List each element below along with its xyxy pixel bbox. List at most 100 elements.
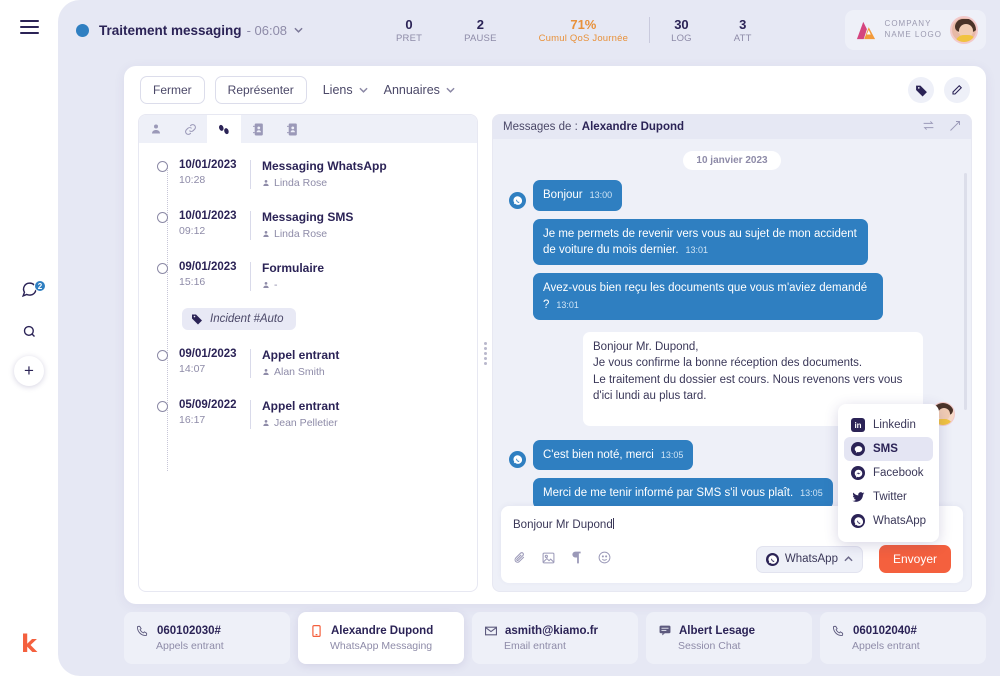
links-menu-label: Liens [323, 83, 353, 97]
list-item-body: Appel entrant Alan Smith [262, 348, 339, 378]
stat-value: 0 [396, 16, 422, 34]
incident-tag[interactable]: Incident #Auto [182, 308, 296, 330]
message-text: Avez-vous bien reçu les documents que vo… [543, 282, 867, 310]
divider [250, 211, 251, 240]
close-button[interactable]: Fermer [140, 76, 205, 104]
channel-select-label: WhatsApp [785, 553, 838, 565]
session-tab[interactable]: 060102030# Appels entrant [124, 612, 290, 664]
timeline-bullet [157, 263, 168, 274]
list-item-title: Appel entrant [262, 348, 339, 362]
dropdown-item-facebook[interactable]: Facebook [844, 461, 933, 485]
list-item-body: Messaging WhatsApp Linda Rose [262, 159, 387, 189]
tag-button[interactable] [908, 77, 934, 103]
message-time: 13:00 [590, 190, 613, 200]
tab-links[interactable] [173, 115, 207, 143]
divider [250, 262, 251, 291]
date-value: 09/01/2023 [179, 261, 241, 273]
image-icon[interactable] [542, 552, 555, 567]
tab-contact[interactable] [139, 115, 173, 143]
list-item-title: Formulaire [262, 261, 324, 275]
chevron-up-icon [844, 554, 853, 564]
session-name: 060102040# [853, 625, 917, 637]
list-item-title: Messaging WhatsApp [262, 159, 387, 173]
brand-line-1: COMPANY [885, 19, 942, 30]
message-time: 13:05 [661, 450, 684, 460]
emoji-icon[interactable] [598, 551, 611, 567]
tab-history[interactable] [207, 115, 241, 143]
whatsapp-icon [509, 192, 526, 209]
list-item-date: 10/01/2023 09:12 [179, 210, 241, 237]
dropdown-item-label: Facebook [873, 467, 924, 479]
tab-contact-card[interactable] [275, 115, 309, 143]
composer-toolbar: WhatsApp Envoyer [513, 545, 951, 573]
session-tab[interactable]: 060102040# Appels entrant [820, 612, 986, 664]
panel-resize-handle[interactable] [478, 333, 492, 373]
tab-directory[interactable] [241, 115, 275, 143]
list-item-date: 09/01/2023 15:16 [179, 261, 241, 288]
mobile-icon [310, 625, 323, 637]
stat-label: PAUSE [464, 33, 497, 44]
list-item[interactable]: 10/01/2023 09:12 Messaging SMS Linda Ros… [139, 210, 477, 240]
plus-icon[interactable]: + [14, 356, 44, 386]
list-item[interactable]: 09/01/2023 15:16 Formulaire - [139, 261, 477, 291]
session-sub: WhatsApp Messaging [330, 640, 452, 652]
links-menu[interactable]: Liens [323, 83, 368, 97]
list-item-title: Messaging SMS [262, 210, 353, 224]
edit-button[interactable] [944, 77, 970, 103]
history-panel: 10/01/2023 10:28 Messaging WhatsApp Lind… [138, 114, 478, 592]
session-name: asmith@kiamo.fr [505, 625, 598, 637]
stat-label: PRET [396, 33, 422, 44]
transfer-icon[interactable] [922, 120, 935, 134]
dropdown-item-whatsapp[interactable]: WhatsApp [844, 509, 933, 533]
stat-value: 3 [734, 16, 752, 34]
list-item-date: 09/01/2023 14:07 [179, 348, 241, 375]
session-tab[interactable]: asmith@kiamo.fr Email entrant [472, 612, 638, 664]
dropdown-item-twitter[interactable]: Twitter [844, 485, 933, 509]
brand-line-2: NAME LOGO [885, 30, 942, 41]
message-bubble-incoming: Avez-vous bien reçu les documents que vo… [533, 273, 883, 320]
stat-label: Cumul QoS Journée [539, 33, 628, 44]
list-item-agent: Jean Pelletier [262, 417, 339, 429]
stat-qos: 71% Cumul QoS Journée [518, 16, 649, 45]
whatsapp-icon [851, 514, 865, 528]
whatsapp-icon [509, 451, 526, 468]
time-value: 14:07 [179, 363, 241, 375]
session-tab-active[interactable]: Alexandre Dupond WhatsApp Messaging [298, 612, 464, 664]
time-value: 15:16 [179, 276, 241, 288]
brand-text: COMPANY NAME LOGO [885, 19, 942, 41]
list-item[interactable]: 05/09/2022 16:17 Appel entrant Jean Pell… [139, 399, 477, 429]
send-button[interactable]: Envoyer [879, 545, 951, 573]
chevron-down-icon[interactable] [294, 25, 303, 36]
list-item[interactable]: 09/01/2023 14:07 Appel entrant Alan Smit… [139, 348, 477, 378]
history-tabs [139, 115, 477, 143]
agent-name: Linda Rose [274, 228, 327, 240]
company-logo-icon [855, 20, 877, 40]
directories-menu[interactable]: Annuaires [384, 83, 455, 97]
dropdown-item-sms[interactable]: SMS [844, 437, 933, 461]
expand-icon[interactable] [949, 120, 961, 135]
dropdown-item-linkedin[interactable]: in Linkedin [844, 413, 933, 437]
dropdown-item-label: Twitter [873, 491, 907, 503]
channel-select[interactable]: WhatsApp [756, 546, 863, 573]
list-item-body: Messaging SMS Linda Rose [262, 210, 353, 240]
page-title: Traitement messaging [99, 23, 242, 38]
message-text: Bonjour [543, 189, 583, 201]
hamburger-icon[interactable] [20, 20, 39, 38]
chat-icon[interactable]: 2 [12, 272, 46, 306]
session-tab[interactable]: Albert Lesage Session Chat [646, 612, 812, 664]
represent-button[interactable]: Représenter [215, 76, 307, 104]
template-icon[interactable] [571, 551, 582, 567]
session-name: 060102030# [157, 625, 221, 637]
avatar[interactable] [950, 16, 978, 44]
chat-scrollbar[interactable] [964, 173, 967, 410]
search-icon[interactable] [12, 314, 46, 348]
list-item[interactable]: 10/01/2023 10:28 Messaging WhatsApp Lind… [139, 159, 477, 189]
top-header: Traitement messaging - 06:08 0 PRET 2 PA… [58, 0, 1000, 60]
list-item-agent: Linda Rose [262, 177, 387, 189]
date-value: 10/01/2023 [179, 159, 241, 171]
divider [250, 349, 251, 378]
agent-name: - [274, 279, 278, 291]
attachment-icon[interactable] [513, 551, 526, 567]
stat-log: 30 LOG [650, 16, 713, 45]
message-row: Bonjour 13:00 [509, 180, 955, 210]
